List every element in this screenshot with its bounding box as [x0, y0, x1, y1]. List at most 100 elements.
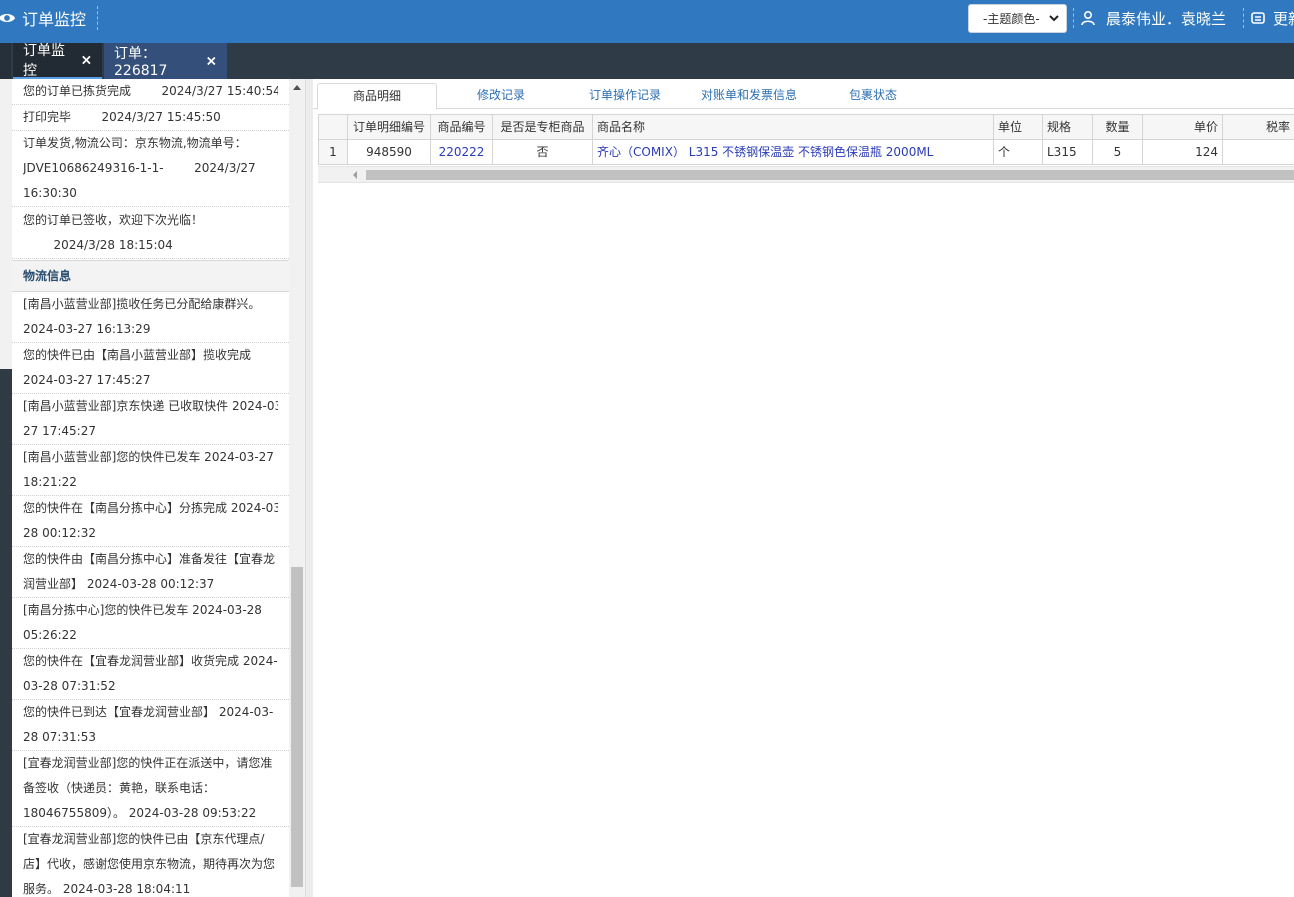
tab-order-detail[interactable]: 订单：226817	[104, 43, 227, 79]
logistics-text: 2024-03-27 17:45:27	[23, 373, 151, 387]
row-number: 1	[318, 140, 348, 165]
update-icon	[1251, 12, 1265, 24]
close-icon[interactable]	[81, 54, 92, 66]
logistics-item: [宜春龙润营业部]您的快件已由【京东代理点/ 店】代收，感谢您使用京东物流，期待…	[12, 827, 289, 897]
status-text: 您的订单已拣货完成 2024/3/27 15:40:54	[23, 84, 278, 98]
tab-label: 订单：226817	[114, 46, 168, 79]
user-icon	[1081, 10, 1095, 26]
scrollbar-thumb[interactable]	[291, 567, 303, 887]
status-text: 您的订单已签收，欢迎下次光临！	[23, 213, 204, 227]
tab-strip-edge	[0, 43, 11, 79]
status-item: 您的订单已拣货完成 2024/3/27 15:40:54	[12, 79, 289, 105]
status-text: 订单发货,物流公司：京东物流,物流单号：	[23, 136, 247, 150]
table-header-row: 订单明细编号 商品编号 是否是专柜商品 商品名称 单位 规格 数量 单价 税率	[318, 115, 1294, 140]
logistics-text: 您的快件在【宜春龙润营业部】收货完成 2024-	[23, 654, 278, 668]
order-detail-id: 948590	[348, 140, 431, 165]
logistics-text: 2024-03-27 16:13:29	[23, 322, 151, 336]
theme-color-select[interactable]: -主题颜色-	[968, 4, 1067, 33]
logistics-item: [南昌小蓝营业部]京东快递 已收取快件 2024-03- 27 17:45:27	[12, 394, 289, 445]
logistics-text: 27 17:45:27	[23, 424, 96, 438]
tax-rate: 0	[1223, 140, 1294, 165]
logistics-text: 05:26:22	[23, 628, 77, 642]
unit-price: 124	[1143, 140, 1223, 165]
tab-strip: 订单监控 订单：226817	[0, 43, 1294, 79]
column-header[interactable]: 订单明细编号	[348, 115, 431, 140]
status-text: 打印完毕 2024/3/27 15:45:50	[23, 110, 221, 124]
logistics-text: [南昌小蓝营业部]您的快件已发车 2024-03-27	[23, 450, 274, 464]
column-header[interactable]: 商品编号	[431, 115, 493, 140]
quantity: 5	[1093, 140, 1143, 165]
scroll-left-arrow-icon[interactable]	[353, 171, 357, 179]
logistics-text: 28 00:12:32	[23, 526, 96, 540]
logistics-text: 18:21:22	[23, 475, 77, 489]
logistics-item: 您的快件在【南昌分拣中心】分拣完成 2024-03- 28 00:12:32	[12, 496, 289, 547]
status-item: 打印完毕 2024/3/27 15:45:50	[12, 105, 289, 131]
table-row[interactable]: 1 948590 220222 否 齐心（COMIX） L315 不锈钢保温壶 …	[318, 140, 1294, 165]
logistics-text: 备签收（快递员：黄艳，联系电话：	[23, 781, 216, 795]
status-item: 您的订单已签收，欢迎下次光临！ 2024/3/28 18:15:04	[12, 208, 289, 259]
column-header[interactable]: 是否是专柜商品	[493, 115, 593, 140]
logistics-text: [南昌分拣中心]您的快件已发车 2024-03-28	[23, 603, 262, 617]
column-header[interactable]: 单位	[994, 115, 1043, 140]
logistics-item: [南昌小蓝营业部]揽收任务已分配给康群兴。 2024-03-27 16:13:2…	[12, 292, 289, 343]
logistics-text: 润营业部】 2024-03-28 00:12:37	[23, 577, 215, 591]
logistics-text: 18046755809）。 2024-03-28 09:53:22	[23, 806, 257, 820]
logistics-text: 您的快件在【南昌分拣中心】分拣完成 2024-03-	[23, 501, 278, 515]
chevron-down-icon	[1049, 15, 1059, 22]
logistics-text: 03-28 07:31:52	[23, 679, 116, 693]
logistics-item: 您的快件由【南昌分拣中心】准备发往【宜春龙 润营业部】 2024-03-28 0…	[12, 547, 289, 598]
brand: 订单监控	[0, 0, 86, 36]
sidebar-edge-dark	[0, 369, 12, 897]
unit: 个	[994, 140, 1043, 165]
logistics-text: [南昌小蓝营业部]京东快递 已收取快件 2024-03-	[23, 399, 278, 413]
tab-statement-invoice[interactable]: 对账单和发票信息	[689, 83, 809, 110]
user-name: 晨泰伟业．袁晓兰	[1106, 9, 1227, 28]
scrollbar-thumb[interactable]	[366, 170, 1294, 180]
product-name-link[interactable]: 齐心（COMIX） L315 不锈钢保温壶 不锈钢色保温瓶 2000ML	[593, 140, 994, 165]
product-id-link[interactable]: 220222	[431, 140, 493, 165]
status-item: 订单发货,物流公司：京东物流,物流单号： JDVE10686249316-1-1…	[12, 131, 289, 207]
status-text: 16:30:30	[23, 186, 77, 200]
logistics-text: [南昌小蓝营业部]揽收任务已分配给康群兴。	[23, 297, 261, 311]
column-header[interactable]: 数量	[1093, 115, 1143, 140]
close-icon[interactable]	[206, 55, 217, 67]
tab-change-log[interactable]: 修改记录	[441, 83, 561, 110]
logistics-item: [宜春龙润营业部]您的快件正在派送中，请您准 备签收（快递员：黄艳，联系电话： …	[12, 751, 289, 827]
logistics-text: 店】代收，感谢您使用京东物流，期待再次为您	[23, 857, 276, 871]
logistics-item: [南昌小蓝营业部]您的快件已发车 2024-03-27 18:21:22	[12, 445, 289, 496]
eye-icon	[0, 13, 16, 23]
left-panel-scrollbar[interactable]	[289, 79, 305, 897]
logistics-text: 28 07:31:53	[23, 730, 96, 744]
user-menu[interactable]: 晨泰伟业．袁晓兰	[1080, 0, 1226, 36]
product-table: 订单明细编号 商品编号 是否是专柜商品 商品名称 单位 规格 数量 单价 税率 …	[318, 114, 1294, 165]
scroll-up-arrow-icon[interactable]	[293, 85, 301, 90]
panel-splitter[interactable]	[305, 79, 313, 897]
logistics-text: 服务。 2024-03-28 18:04:11	[23, 882, 191, 896]
app-title: 订单监控	[22, 10, 87, 29]
update-button[interactable]: 更新	[1250, 0, 1294, 36]
tab-package-status[interactable]: 包裹状态	[813, 83, 933, 110]
column-header[interactable]: 税率	[1223, 115, 1294, 140]
tab-product-detail[interactable]: 商品明细	[317, 83, 437, 110]
detail-tabs: 商品明细 修改记录 订单操作记录 对账单和发票信息 包裹状态	[313, 79, 1294, 110]
column-header[interactable]: 规格	[1043, 115, 1093, 140]
logistics-text: [宜春龙润营业部]您的快件正在派送中，请您准	[23, 756, 273, 770]
status-text: 2024/3/28 18:15:04	[23, 238, 173, 252]
column-header[interactable]: 商品名称	[593, 115, 994, 140]
logistics-text: 您的快件已由【南昌小蓝营业部】揽收完成	[23, 348, 252, 362]
table-horizontal-scrollbar[interactable]	[318, 166, 1294, 183]
status-text: JDVE10686249316-1-1- 2024/3/27	[23, 161, 256, 175]
header-divider	[97, 6, 98, 30]
spec: L315	[1043, 140, 1093, 165]
logistics-text: [宜春龙润营业部]您的快件已由【京东代理点/	[23, 832, 265, 846]
header-divider	[1243, 8, 1244, 28]
column-header[interactable]: 单价	[1143, 115, 1223, 140]
tab-order-operation-log[interactable]: 订单操作记录	[565, 83, 685, 110]
theme-select-value: -主题颜色-	[983, 12, 1040, 26]
tab-order-monitor[interactable]: 订单监控	[13, 43, 102, 79]
logistics-item: 您的快件已到达【宜春龙润营业部】 2024-03- 28 07:31:53	[12, 700, 289, 751]
top-header: 订单监控 -主题颜色- 晨泰伟业．袁晓兰 更新	[0, 0, 1294, 43]
logistics-item: 您的快件已由【南昌小蓝营业部】揽收完成 2024-03-27 17:45:27	[12, 343, 289, 394]
tab-label: 订单监控	[23, 43, 65, 79]
column-header	[318, 115, 348, 140]
